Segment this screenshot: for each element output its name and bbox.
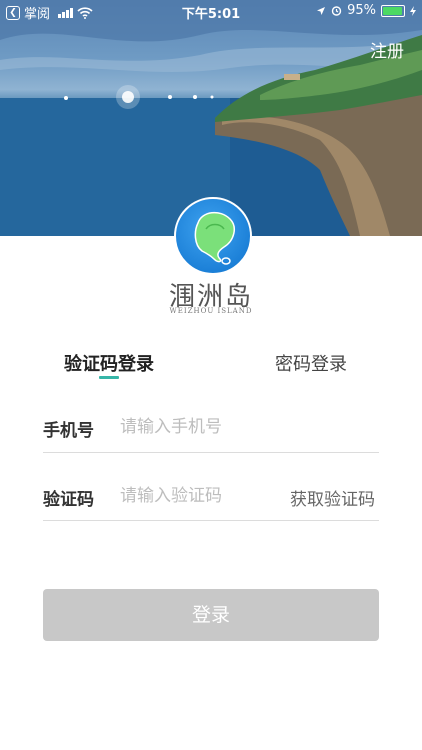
location-arrow-icon	[317, 6, 326, 15]
charging-bolt-icon	[410, 5, 416, 16]
alarm-icon	[331, 6, 342, 16]
island-logo-icon	[194, 211, 235, 265]
get-code-button[interactable]: 获取验证码	[290, 485, 375, 510]
code-input[interactable]	[120, 485, 270, 507]
phone-label: 手机号	[43, 421, 94, 441]
app-logo	[174, 197, 252, 275]
code-divider	[43, 520, 379, 521]
tab-sms-login[interactable]: 验证码登录	[64, 350, 154, 376]
register-button[interactable]: 注册	[370, 37, 404, 62]
battery-fill	[383, 6, 402, 15]
brand-subtitle: WEIZHOU ISLAND	[169, 307, 253, 315]
battery-percent: 95%	[347, 3, 376, 18]
status-bar-right: 95%	[316, 3, 416, 18]
battery-icon	[381, 4, 405, 17]
phone-input[interactable]	[120, 416, 370, 438]
status-bar: ❮ 掌阅 下午5:01 95%	[0, 0, 422, 22]
code-label: 验证码	[43, 490, 94, 510]
tab-password-login[interactable]: 密码登录	[275, 350, 347, 376]
phone-divider	[43, 452, 379, 453]
login-button[interactable]: 登录	[43, 589, 379, 641]
active-tab-indicator	[99, 376, 119, 379]
